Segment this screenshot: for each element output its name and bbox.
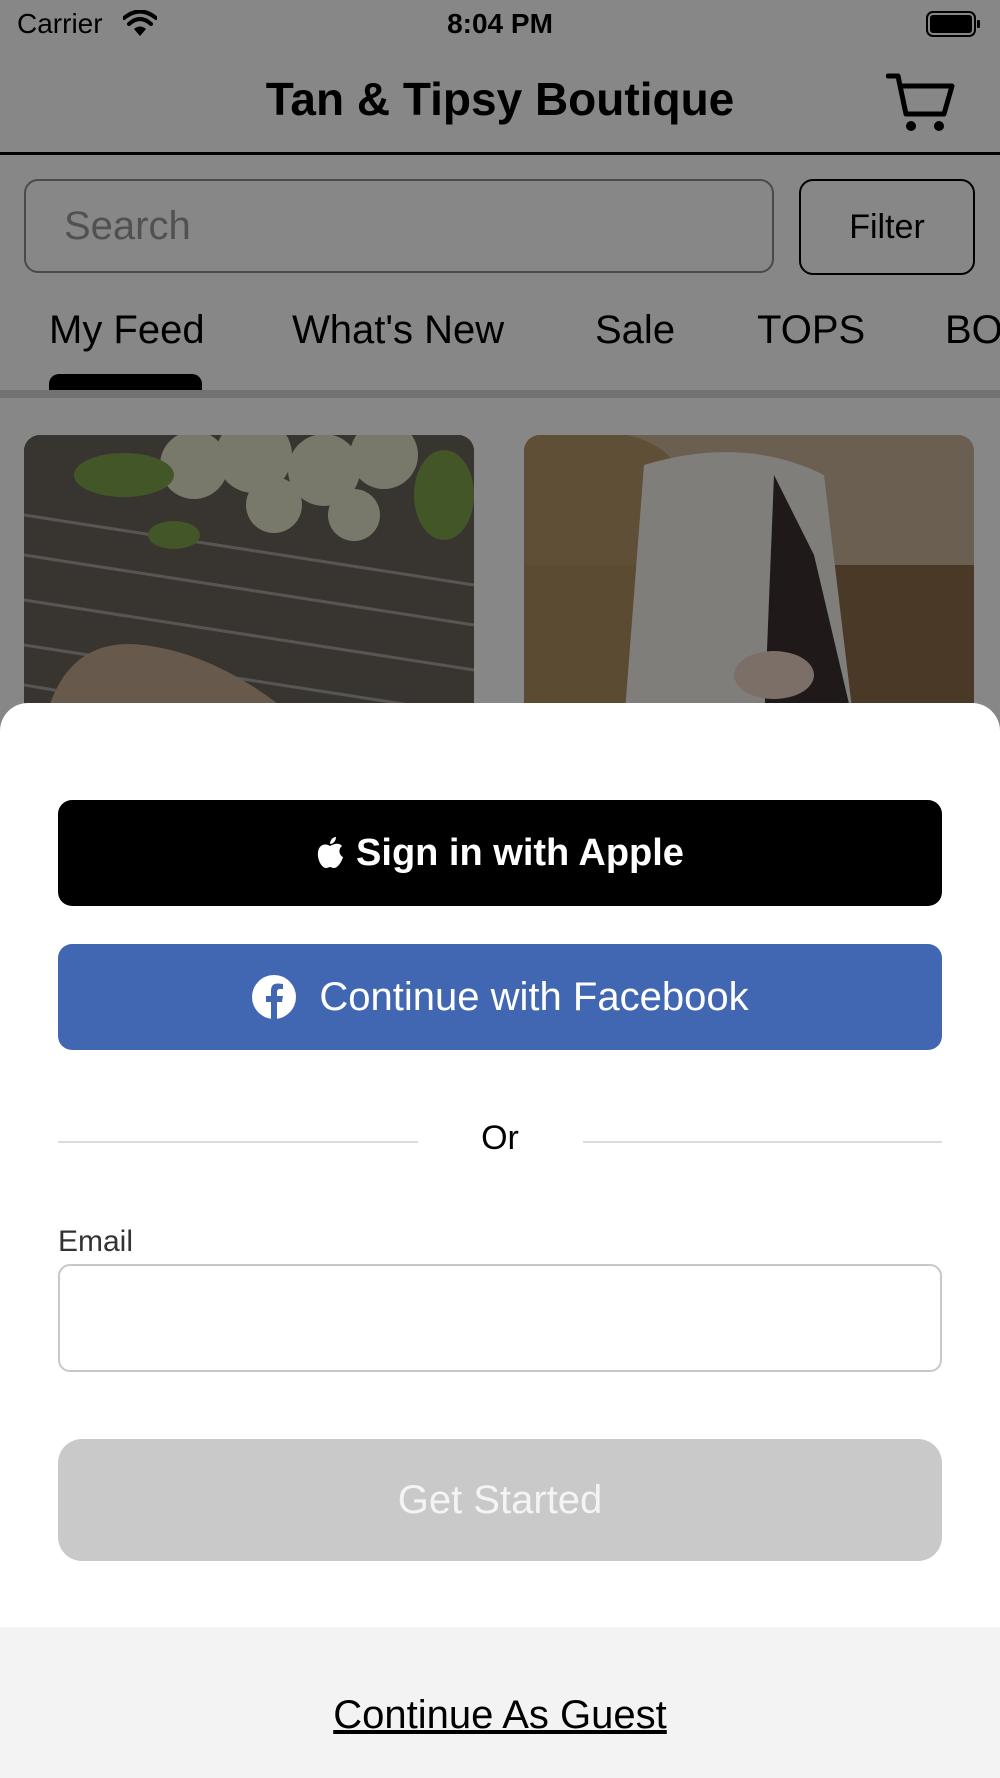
facebook-button-label: Continue with Facebook [319,974,749,1019]
email-field[interactable] [58,1264,942,1372]
get-started-button[interactable]: Get Started [58,1439,942,1561]
sign-in-sheet: Sign in with Apple Continue with Faceboo… [0,703,1000,1778]
email-label: Email [58,1225,134,1258]
apple-button-label: Sign in with Apple [356,831,684,874]
app-screen: Carrier 8:04 PM Tan & Tipsy Boutique Fil… [0,0,1000,1778]
sign-in-with-apple-button[interactable]: Sign in with Apple [58,800,942,906]
facebook-icon [252,975,297,1020]
continue-with-facebook-button[interactable]: Continue with Facebook [58,944,942,1050]
divider-right [583,1141,942,1143]
or-separator: Or [481,1119,519,1157]
guest-area: Continue As Guest [0,1627,1000,1778]
continue-as-guest-link[interactable]: Continue As Guest [0,1693,1000,1738]
apple-icon [317,837,344,868]
